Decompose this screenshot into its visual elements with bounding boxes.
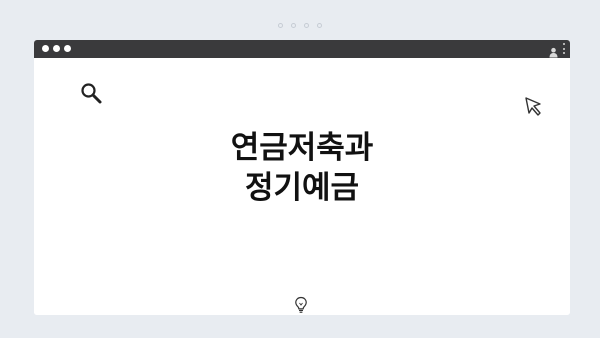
slide-title: 연금저축과 정기예금 — [34, 128, 570, 208]
window-minimize-button[interactable] — [53, 45, 60, 52]
slide-title-line-2: 정기예금 — [244, 170, 360, 206]
cursor-arrow-icon — [523, 95, 545, 117]
kebab-menu-icon[interactable] — [562, 43, 565, 54]
carousel-dot[interactable] — [317, 23, 322, 28]
window-title-bar — [34, 40, 570, 58]
user-icon[interactable] — [549, 43, 558, 58]
slide-content: 연금저축과 정기예금 — [34, 58, 570, 315]
titlebar-actions — [549, 43, 565, 58]
window-close-button[interactable] — [42, 45, 49, 52]
window-maximize-button[interactable] — [64, 45, 71, 52]
carousel-dot[interactable] — [291, 23, 296, 28]
carousel-indicator — [0, 23, 600, 28]
lightbulb-icon — [294, 296, 308, 314]
carousel-dot[interactable] — [278, 23, 283, 28]
search-icon — [79, 81, 103, 105]
carousel-dot[interactable] — [304, 23, 309, 28]
slide-title-line-1: 연금저축과 — [230, 130, 374, 166]
window-controls — [42, 45, 71, 52]
page-background: 연금저축과 정기예금 — [0, 0, 600, 338]
browser-window: 연금저축과 정기예금 — [34, 40, 570, 315]
